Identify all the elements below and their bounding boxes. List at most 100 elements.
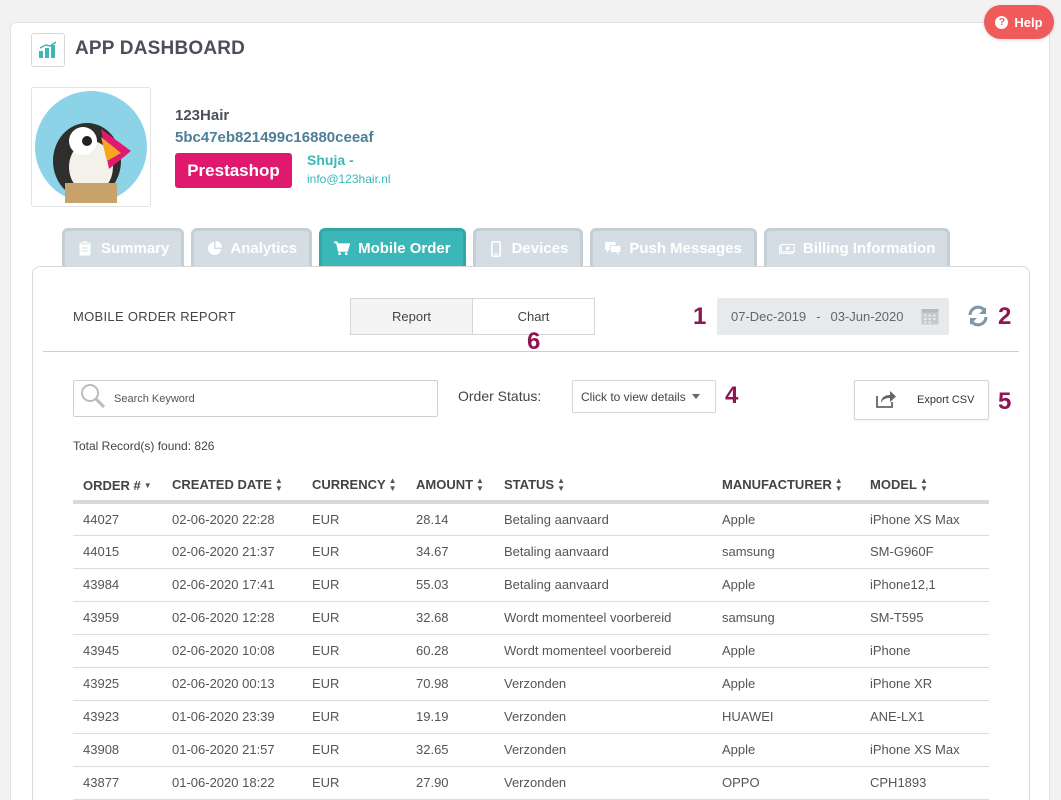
annotation-marker-6: 6 xyxy=(527,328,541,355)
col-status[interactable]: STATUS ▲ ▼ xyxy=(494,470,712,504)
col-currency[interactable]: CURRENCY ▲ ▼ xyxy=(302,470,406,504)
pie-chart-icon xyxy=(206,241,222,257)
table-cell: samsung xyxy=(712,601,860,635)
table-cell: 01-06-2020 18:22 xyxy=(162,766,302,800)
table-cell: Verzonden xyxy=(494,766,712,800)
table-cell: Betaling aanvaard xyxy=(494,568,712,602)
table-row[interactable]: 44015 02-06-2020 21:37 EUR 34.67 Betaling aa… xyxy=(73,535,989,569)
table-cell: Betaling aanvaard xyxy=(494,502,712,536)
tab-analytics[interactable]: Analytics xyxy=(191,228,313,266)
col-order-number[interactable]: ORDER # ▼ xyxy=(73,470,162,504)
tab-label: Devices xyxy=(511,240,569,257)
sort-icon: ▲ ▼ xyxy=(557,476,565,494)
col-manufacturer[interactable]: MANUFACTURER ▲ ▼ xyxy=(712,470,860,504)
tab-bar: Summary Analytics Mobile Order Devices P… xyxy=(62,228,951,266)
table-cell: EUR xyxy=(302,502,406,536)
table-cell: HUAWEI xyxy=(712,700,860,734)
table-cell: 43959 xyxy=(73,601,162,635)
table-row[interactable]: 43984 02-06-2020 17:41 EUR 55.03 Betaling aa… xyxy=(73,568,989,602)
table-cell: 28.14 xyxy=(406,502,494,536)
table-cell: Apple xyxy=(712,502,860,536)
table-cell: 70.98 xyxy=(406,667,494,701)
table-cell: Apple xyxy=(712,667,860,701)
view-toggle: Report Chart xyxy=(350,298,595,335)
tab-billing-information[interactable]: Billing Information xyxy=(763,228,951,266)
table-cell: Verzonden xyxy=(494,700,712,734)
order-status-label: Order Status: xyxy=(458,388,542,404)
table-cell: 43908 xyxy=(73,733,162,767)
bar-chart-icon xyxy=(31,33,65,67)
col-amount[interactable]: AMOUNT ▲ ▼ xyxy=(406,470,494,504)
sort-icon: ▲ ▼ xyxy=(274,476,283,494)
owner-name[interactable]: Shuja - xyxy=(307,152,354,168)
search-input[interactable] xyxy=(114,392,414,405)
table-row[interactable]: 43959 02-06-2020 12:28 EUR 32.68 Wordt momen… xyxy=(73,601,989,635)
question-icon: ? xyxy=(995,15,1009,29)
export-csv-button[interactable]: Export CSV xyxy=(854,380,989,420)
table-cell: iPhone XR xyxy=(860,667,989,701)
table-cell: OPPO xyxy=(712,766,860,800)
tab-push-messages[interactable]: Push Messages xyxy=(590,228,757,266)
table-header-row: ORDER # ▼ CREATED DATE ▲ ▼ CURRENCY ▲ ▼ AMOUN… xyxy=(73,470,989,504)
table-cell: Wordt momenteel voorbereid xyxy=(494,634,712,668)
table-cell: Betaling aanvaard xyxy=(494,535,712,569)
table-cell: 02-06-2020 00:13 xyxy=(162,667,302,701)
date-to: 03-Jun-2020 xyxy=(830,309,904,324)
app-name: 123Hair xyxy=(175,107,230,124)
refresh-icon[interactable] xyxy=(966,304,990,333)
table-cell: iPhone12,1 xyxy=(860,568,989,602)
table-cell: 02-06-2020 22:28 xyxy=(162,502,302,536)
order-status-dropdown[interactable]: Click to view details xyxy=(572,380,716,413)
table-cell: ANE-LX1 xyxy=(860,700,989,734)
table-cell: iPhone XS Max xyxy=(860,502,989,536)
table-cell: EUR xyxy=(302,733,406,767)
owner-email-link[interactable]: info@123hair.nl xyxy=(307,172,391,186)
table-row[interactable]: 43908 01-06-2020 21:57 EUR 32.65 Verzonden Ap… xyxy=(73,733,989,767)
cart-icon xyxy=(334,241,351,257)
table-cell: Wordt momenteel voorbereid xyxy=(494,601,712,635)
tab-summary[interactable]: Summary xyxy=(62,228,185,266)
table-cell: EUR xyxy=(302,568,406,602)
tab-label: Analytics xyxy=(230,240,298,257)
table-cell: Verzonden xyxy=(494,733,712,767)
mobile-icon xyxy=(488,240,504,257)
table-row[interactable]: 43945 02-06-2020 10:08 EUR 60.28 Wordt momen… xyxy=(73,634,989,668)
table-cell: 44015 xyxy=(73,535,162,569)
share-export-icon xyxy=(875,390,897,411)
total-records: Total Record(s) found: 826 xyxy=(73,439,215,453)
date-from: 07-Dec-2019 xyxy=(731,309,807,324)
app-id: 5bc47eb821499c16880ceeaf xyxy=(175,129,374,146)
table-cell: iPhone XS Max xyxy=(860,733,989,767)
annotation-marker-5: 5 xyxy=(998,388,1012,415)
report-title: MOBILE ORDER REPORT xyxy=(73,309,236,324)
table-cell: iPhone xyxy=(860,634,989,668)
table-cell: 02-06-2020 10:08 xyxy=(162,634,302,668)
table-cell: SM-G960F xyxy=(860,535,989,569)
tab-mobile-order[interactable]: Mobile Order xyxy=(319,228,466,266)
table-cell: 43877 xyxy=(73,766,162,800)
tab-devices[interactable]: Devices xyxy=(472,228,584,266)
col-created-date[interactable]: CREATED DATE ▲ ▼ xyxy=(162,470,302,504)
table-cell: 60.28 xyxy=(406,634,494,668)
table-cell: 44027 xyxy=(73,502,162,536)
money-icon xyxy=(778,241,795,257)
table-cell: 43925 xyxy=(73,667,162,701)
table-row[interactable]: 43925 02-06-2020 00:13 EUR 70.98 Verzonden Ap… xyxy=(73,667,989,701)
table-cell: 02-06-2020 21:37 xyxy=(162,535,302,569)
table-cell: EUR xyxy=(302,700,406,734)
col-model[interactable]: MODEL ▲ ▼ xyxy=(860,470,989,504)
orders-table-body: 44027 02-06-2020 22:28 EUR 28.14 Betaling aa… xyxy=(73,502,989,800)
table-row[interactable]: 44027 02-06-2020 22:28 EUR 28.14 Betaling aa… xyxy=(73,502,989,536)
report-view-button[interactable]: Report xyxy=(351,299,473,334)
help-label: Help xyxy=(1014,14,1043,30)
table-cell: EUR xyxy=(302,535,406,569)
table-cell: SM-T595 xyxy=(860,601,989,635)
table-row[interactable]: 43877 01-06-2020 18:22 EUR 27.90 Verzonden OP… xyxy=(73,766,989,800)
table-cell: 02-06-2020 12:28 xyxy=(162,601,302,635)
table-cell: Apple xyxy=(712,568,860,602)
table-row[interactable]: 43923 01-06-2020 23:39 EUR 19.19 Verzonden HU… xyxy=(73,700,989,734)
calendar-icon xyxy=(921,307,939,328)
help-button[interactable]: ? Help xyxy=(984,5,1054,39)
orders-table: ORDER # ▼ CREATED DATE ▲ ▼ CURRENCY ▲ ▼ AMOUN… xyxy=(73,470,989,800)
date-range-picker[interactable]: 07-Dec-2019 - 03-Jun-2020 xyxy=(717,298,949,335)
